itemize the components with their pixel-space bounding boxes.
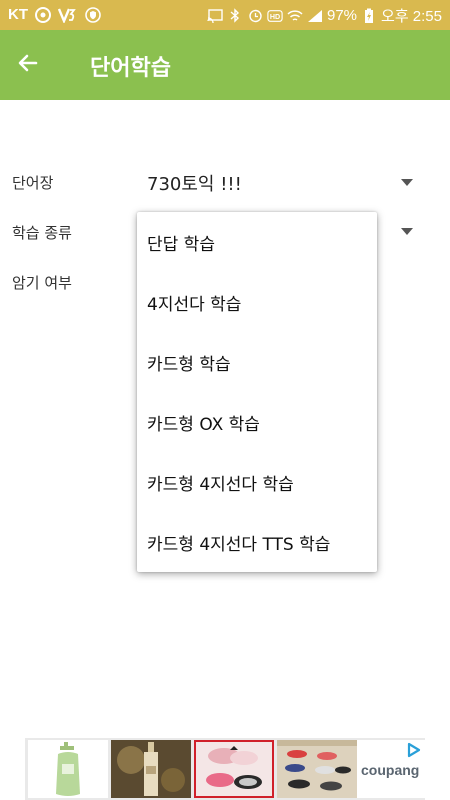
status-bar: KT HD 97% 오후 2:55 [0,0,450,30]
app-bar: 단어학습 [0,30,450,100]
wordbook-label: 단어장 [12,174,54,192]
svg-text:HD: HD [270,13,280,21]
ad-coupang-logo[interactable]: coupang [357,740,425,798]
study-type-dropdown-icon[interactable] [401,228,413,235]
study-type-label: 학습 종류 [12,224,72,242]
bluetooth-icon [227,8,243,24]
wifi-icon [287,8,303,24]
battery-label: 97% [327,7,358,24]
memorized-label: 암기 여부 [12,274,72,292]
study-type-dropdown-menu: 단답 학습 4지선다 학습 카드형 학습 카드형 OX 학습 카드형 4지선다 … [137,212,377,572]
ad-tile-lotion[interactable] [28,740,108,798]
status-right: HD 97% 오후 2:55 [207,5,442,26]
coupang-brand-text: coupang [361,762,420,778]
hd-icon: HD [267,8,283,24]
shield-icon [84,6,102,24]
ad-tile-sneakers[interactable] [277,740,357,798]
back-arrow-icon [16,51,40,79]
ad-tile-cosmetic[interactable] [111,740,191,798]
ad-banner[interactable]: coupang [25,738,425,800]
menu-item-card-multiple-choice[interactable]: 카드형 4지선다 학습 [137,452,377,512]
menu-item-card-ox[interactable]: 카드형 OX 학습 [137,392,377,452]
alarm-icon [247,8,263,24]
wordbook-dropdown-icon[interactable] [401,179,413,186]
wordbook-spinner-value[interactable]: 730토익 !!! [147,170,242,196]
battery-charging-icon [361,8,377,24]
clock: 오후 2:55 [381,8,442,25]
menu-item-short-answer[interactable]: 단답 학습 [137,212,377,272]
back-button[interactable] [10,47,46,83]
app-icon [34,6,52,24]
v3-icon [58,6,76,24]
ad-choice-icon[interactable] [407,742,421,762]
carrier-label: KT [8,6,28,23]
menu-item-multiple-choice[interactable]: 4지선다 학습 [137,272,377,332]
signal-icon [307,8,323,24]
menu-item-card[interactable]: 카드형 학습 [137,332,377,392]
ad-tile-shoes[interactable] [194,740,274,798]
menu-item-card-multiple-choice-tts[interactable]: 카드형 4지선다 TTS 학습 [137,512,377,572]
page-title: 단어학습 [90,56,171,81]
cast-icon [207,8,223,24]
